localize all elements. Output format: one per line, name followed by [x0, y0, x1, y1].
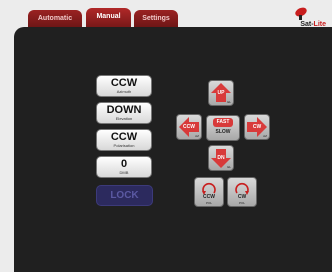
fast-label: FAST — [213, 118, 233, 127]
polarisation-value: CCW — [110, 131, 138, 143]
polarisation-caption: Polarisation — [113, 143, 135, 148]
speed-toggle[interactable]: FAST SLOW — [206, 115, 240, 141]
rotate-cw-icon — [235, 182, 249, 195]
rotate-ccw-icon — [202, 182, 216, 195]
elevation-up-button[interactable]: UP EL — [208, 80, 234, 106]
manual-panel — [14, 27, 332, 272]
azimuth-value: CCW — [110, 77, 138, 89]
dmb-caption: DMB — [119, 170, 129, 175]
polarisation-display: CCW Polarisation — [96, 129, 152, 151]
elevation-value: DOWN — [106, 104, 142, 116]
elevation-display: DOWN Elevation — [96, 102, 152, 124]
polarisation-ccw-button[interactable]: CCW POL — [194, 177, 224, 207]
azimuth-ccw-button[interactable]: CCW AZ — [176, 114, 202, 140]
polarisation-cw-button[interactable]: CW POL — [227, 177, 257, 207]
slow-label: SLOW — [215, 129, 231, 135]
azimuth-caption: Azimuth — [116, 89, 132, 94]
satellite-dish-icon — [295, 7, 307, 20]
dmb-value: 0 — [120, 158, 128, 170]
sat-lite-logo: Sat-Lite — [286, 6, 326, 28]
elevation-down-button[interactable]: DN EL — [208, 145, 234, 171]
azimuth-display: CCW Azimuth — [96, 75, 152, 97]
dmb-display: 0 DMB — [96, 156, 152, 178]
elevation-caption: Elevation — [115, 116, 133, 121]
azimuth-cw-button[interactable]: CW AZ — [244, 114, 270, 140]
lock-button[interactable]: LOCK — [96, 185, 153, 206]
